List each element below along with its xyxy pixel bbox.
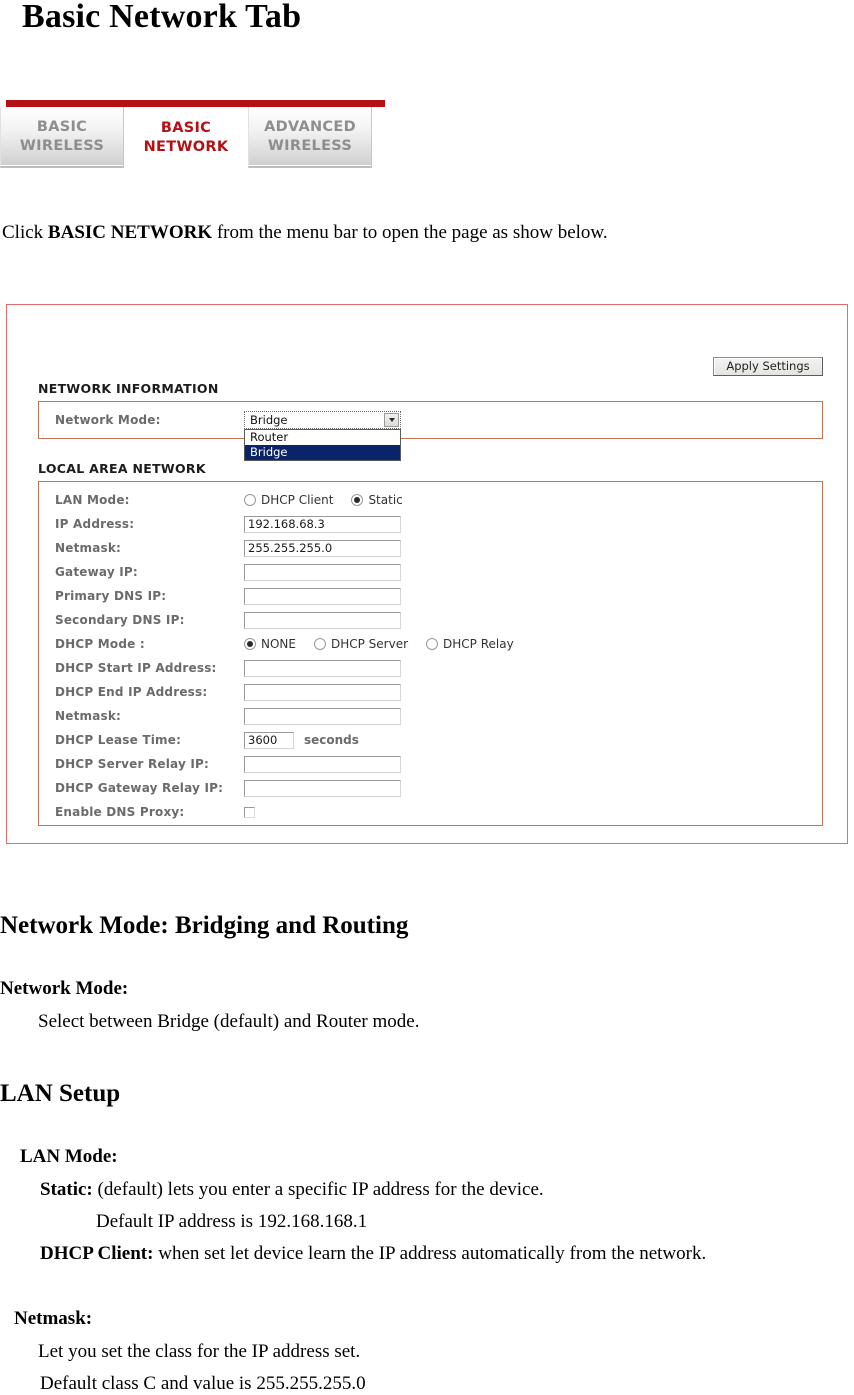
network-mode-option-list[interactable]: Router Bridge bbox=[244, 429, 401, 461]
ip-address-input[interactable]: 192.168.68.3 bbox=[244, 515, 401, 533]
primary-dns-ip-input[interactable] bbox=[244, 587, 401, 605]
tab-basic-network[interactable]: BASIC NETWORK bbox=[124, 107, 248, 168]
dhcp-mode-radio-dhcp-server-label: DHCP Server bbox=[330, 637, 409, 651]
text-netmask-description-1: Let you set the class for the IP address… bbox=[38, 1341, 361, 1362]
intro-paragraph: Click BASIC NETWORK from the menu bar to… bbox=[2, 222, 608, 244]
local-area-network-heading: LOCAL AREA NETWORK bbox=[38, 461, 206, 476]
tab-basic-wireless-line2: WIRELESS bbox=[19, 137, 105, 154]
lan-mode-label: LAN Mode: bbox=[55, 493, 130, 507]
secondary-dns-ip-label: Secondary DNS IP: bbox=[55, 613, 185, 627]
primary-dns-ip-label: Primary DNS IP: bbox=[55, 589, 167, 603]
dhcp-netmask-input[interactable] bbox=[244, 707, 401, 725]
netmask-input[interactable]: 255.255.255.0 bbox=[244, 539, 401, 557]
lan-mode-radio-static[interactable]: Static bbox=[351, 493, 403, 507]
dhcp-mode-radio-dhcp-relay[interactable]: DHCP Relay bbox=[426, 637, 514, 651]
secondary-dns-ip-input[interactable] bbox=[244, 611, 401, 629]
lan-mode-radio-dhcp-client-label: DHCP Client bbox=[261, 493, 334, 507]
dhcp-mode-radio-none-label: NONE bbox=[261, 637, 296, 651]
text-static-description: Static: (default) lets you enter a speci… bbox=[40, 1179, 544, 1201]
tab-strip-accent-bar bbox=[6, 100, 385, 107]
lan-mode-radio-group[interactable]: DHCP Client Static bbox=[244, 493, 421, 507]
heading-lan-setup: LAN Setup bbox=[0, 1080, 121, 1107]
tab-basic-network-line2: NETWORK bbox=[143, 138, 229, 155]
dhcp-gateway-relay-ip-input[interactable] bbox=[244, 779, 401, 797]
dhcp-lease-time-unit: seconds bbox=[304, 733, 359, 747]
heading-network-mode: Network Mode: Bridging and Routing bbox=[0, 912, 409, 939]
apply-settings-button[interactable]: Apply Settings bbox=[713, 357, 823, 376]
dhcp-mode-radio-none[interactable]: NONE bbox=[244, 637, 296, 651]
tab-advanced-wireless-line1: ADVANCED bbox=[264, 118, 356, 135]
intro-prefix: Click bbox=[2, 222, 48, 243]
page-title: Basic Network Tab bbox=[22, 0, 302, 35]
network-mode-label: Network Mode: bbox=[55, 413, 161, 427]
text-static-rest: (default) lets you enter a specific IP a… bbox=[92, 1179, 544, 1200]
network-mode-option-router[interactable]: Router bbox=[245, 430, 400, 445]
router-config-body: Apply Settings NETWORK INFORMATION Netwo… bbox=[7, 305, 847, 843]
dhcp-gateway-relay-ip-label: DHCP Gateway Relay IP: bbox=[55, 781, 224, 795]
intro-bold-term: BASIC NETWORK bbox=[47, 222, 213, 243]
dhcp-start-ip-label: DHCP Start IP Address: bbox=[55, 661, 217, 675]
dhcp-mode-radio-dhcp-relay-label: DHCP Relay bbox=[443, 637, 514, 651]
radio-icon-none[interactable] bbox=[244, 638, 256, 650]
router-config-screenshot: Apply Settings NETWORK INFORMATION Netwo… bbox=[6, 304, 848, 844]
text-dhcp-client-term: DHCP Client: bbox=[40, 1243, 154, 1264]
tabs-row: BASIC WIRELESS BASIC NETWORK ADVANCED WI… bbox=[0, 107, 372, 168]
text-network-mode-description: Select between Bridge (default) and Rout… bbox=[38, 1011, 420, 1032]
gateway-ip-input[interactable] bbox=[244, 563, 401, 581]
subheading-lan-mode: LAN Mode: bbox=[20, 1146, 118, 1167]
network-mode-select-box[interactable]: Bridge bbox=[244, 411, 401, 429]
network-mode-option-bridge[interactable]: Bridge bbox=[245, 445, 400, 460]
radio-icon-dhcp-client[interactable] bbox=[244, 494, 256, 506]
text-static-default-ip: Default IP address is 192.168.168.1 bbox=[96, 1211, 368, 1232]
dhcp-server-relay-ip-input[interactable] bbox=[244, 755, 401, 773]
dhcp-netmask-label: Netmask: bbox=[55, 709, 122, 723]
text-netmask-description-2: Default class C and value is 255.255.255… bbox=[40, 1373, 366, 1394]
text-dhcp-client-description: DHCP Client: when set let device learn t… bbox=[40, 1243, 706, 1265]
dhcp-mode-radio-group[interactable]: NONE DHCP Server DHCP Relay bbox=[244, 637, 532, 651]
network-mode-select[interactable]: Bridge Router Bridge bbox=[244, 411, 401, 461]
text-static-term: Static: bbox=[40, 1179, 93, 1200]
chevron-down-icon[interactable] bbox=[384, 413, 399, 427]
dhcp-end-ip-input[interactable] bbox=[244, 683, 401, 701]
lan-mode-radio-static-label: Static bbox=[368, 493, 403, 507]
network-information-heading: NETWORK INFORMATION bbox=[38, 381, 219, 396]
tab-strip: BASIC WIRELESS BASIC NETWORK ADVANCED WI… bbox=[0, 100, 390, 168]
tab-basic-wireless-line1: BASIC bbox=[36, 118, 88, 135]
radio-icon-dhcp-server[interactable] bbox=[313, 638, 326, 650]
dhcp-end-ip-label: DHCP End IP Address: bbox=[55, 685, 208, 699]
local-area-network-group: LAN Mode: DHCP Client Static IP Address:… bbox=[38, 481, 823, 826]
tab-advanced-wireless-line2: WIRELESS bbox=[267, 137, 353, 154]
ip-address-label: IP Address: bbox=[55, 517, 135, 531]
subheading-network-mode: Network Mode: bbox=[0, 978, 129, 999]
network-information-group: Network Mode: Bridge Router Bridge bbox=[38, 401, 823, 461]
dhcp-lease-time-label: DHCP Lease Time: bbox=[55, 733, 182, 747]
network-mode-selected-value: Bridge bbox=[250, 413, 288, 427]
enable-dns-proxy-label: Enable DNS Proxy: bbox=[55, 805, 185, 819]
tab-basic-network-line1: BASIC bbox=[160, 119, 212, 136]
enable-dns-proxy-checkbox[interactable] bbox=[244, 806, 255, 818]
netmask-label: Netmask: bbox=[55, 541, 122, 555]
dhcp-server-relay-ip-label: DHCP Server Relay IP: bbox=[55, 757, 210, 771]
dhcp-start-ip-input[interactable] bbox=[244, 659, 401, 677]
radio-icon-dhcp-relay[interactable] bbox=[426, 638, 439, 650]
dhcp-mode-label: DHCP Mode : bbox=[55, 637, 145, 651]
dhcp-lease-time-input[interactable]: 3600 bbox=[244, 731, 294, 749]
intro-suffix: from the menu bar to open the page as sh… bbox=[212, 222, 608, 243]
lan-mode-radio-dhcp-client[interactable]: DHCP Client bbox=[244, 493, 333, 507]
radio-icon-static[interactable] bbox=[351, 494, 364, 506]
gateway-ip-label: Gateway IP: bbox=[55, 565, 138, 579]
tab-basic-wireless[interactable]: BASIC WIRELESS bbox=[0, 107, 124, 168]
text-dhcp-client-rest: when set let device learn the IP address… bbox=[153, 1243, 707, 1264]
subheading-netmask: Netmask: bbox=[14, 1308, 93, 1329]
dhcp-mode-radio-dhcp-server[interactable]: DHCP Server bbox=[313, 637, 409, 651]
tab-advanced-wireless[interactable]: ADVANCED WIRELESS bbox=[248, 107, 372, 168]
